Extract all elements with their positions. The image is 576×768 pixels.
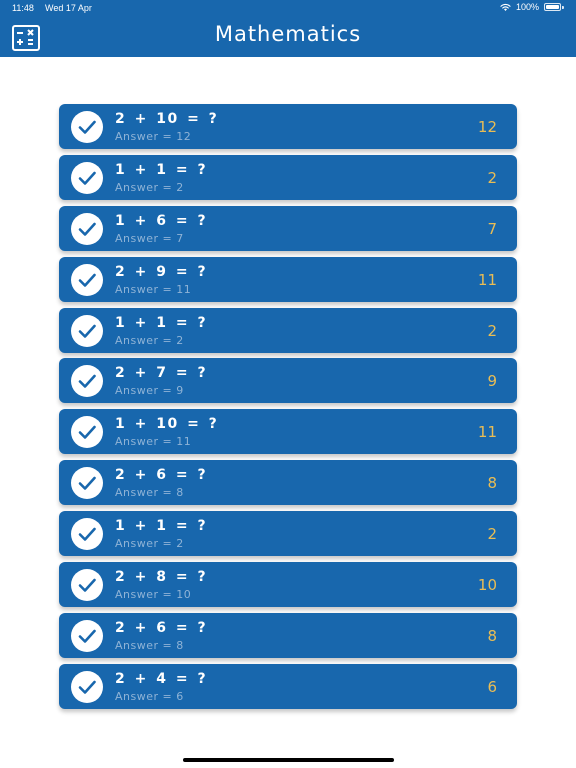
check-icon [71,161,103,194]
check-icon [71,416,103,449]
answer-value: 8 [487,474,497,493]
check-icon [71,619,103,652]
answer-value: 11 [477,270,497,289]
answer-caption: Answer = 6 [115,689,184,703]
answer-caption: Answer = 11 [115,282,192,296]
question-row[interactable]: 2 + 4 = ? Answer = 6 6 [59,663,517,709]
check-icon [71,518,103,551]
question-text: 2 + 6 = ? [115,467,208,484]
question-text: 1 + 6 = ? [115,212,208,229]
answer-value: 12 [477,118,497,136]
question-text: 1 + 1 = ? [115,314,208,331]
answer-value: 8 [487,626,497,645]
answer-caption: Answer = 2 [115,333,184,347]
check-icon [71,365,103,398]
app-screen: 11:48 Wed 17 Apr 100% Mathematics 2 + 10… [0,0,576,768]
header-bar: 11:48 Wed 17 Apr 100% Mathematics [0,0,576,57]
answer-caption: Answer = 12 [115,130,192,143]
page-title: Mathematics [214,22,362,46]
question-list: 2 + 10 = ? Answer = 12 12 1 + 1 = ? Answ… [59,104,517,715]
battery-percentage: 100% [515,2,539,12]
answer-value: 2 [487,525,497,544]
answer-caption: Answer = 7 [115,231,184,245]
answer-caption: Answer = 8 [115,486,184,500]
question-row[interactable]: 2 + 9 = ? Answer = 11 11 [59,256,517,302]
question-text: 1 + 1 = ? [115,518,208,535]
answer-caption: Answer = 8 [115,638,184,652]
status-date: Wed 17 Apr [45,3,92,13]
answer-value: 10 [477,576,497,595]
answer-caption: Answer = 2 [115,180,184,194]
answer-value: 2 [487,321,497,340]
wifi-icon [500,3,511,12]
home-indicator[interactable] [183,758,394,762]
question-text: 1 + 1 = ? [115,161,208,178]
question-row[interactable]: 2 + 7 = ? Answer = 9 9 [59,358,517,404]
answer-caption: Answer = 9 [115,384,184,398]
check-icon [71,314,103,347]
question-row[interactable]: 2 + 8 = ? Answer = 10 10 [59,562,517,608]
check-icon [71,670,103,703]
check-icon [71,467,103,500]
check-icon [71,263,103,296]
question-text: 1 + 10 = ? [115,416,219,433]
question-text: 2 + 10 = ? [115,111,219,127]
battery-icon [544,2,564,12]
question-row[interactable]: 2 + 6 = ? Answer = 8 8 [59,612,517,658]
question-row[interactable]: 1 + 1 = ? Answer = 2 2 [59,307,517,353]
answer-caption: Answer = 10 [115,588,192,602]
check-icon [71,212,103,245]
question-row[interactable]: 1 + 6 = ? Answer = 7 7 [59,205,517,251]
answer-value: 2 [487,168,497,187]
answer-value: 7 [487,219,497,238]
question-text: 2 + 9 = ? [115,263,208,280]
question-text: 2 + 8 = ? [115,569,208,586]
status-indicators: 100% [500,2,564,12]
question-row[interactable]: 2 + 6 = ? Answer = 8 8 [59,460,517,506]
question-text: 2 + 7 = ? [115,365,208,382]
answer-value: 11 [477,423,497,442]
status-bar: 11:48 Wed 17 Apr 100% [0,0,576,16]
answer-value: 6 [487,677,497,696]
check-icon [71,569,103,602]
status-time: 11:48 [12,3,34,13]
answer-value: 9 [487,372,497,391]
check-icon [71,111,103,143]
question-row[interactable]: 2 + 10 = ? Answer = 12 12 [59,104,517,149]
question-text: 2 + 4 = ? [115,670,208,687]
question-text: 2 + 6 = ? [115,619,208,636]
answer-caption: Answer = 2 [115,537,184,551]
question-row[interactable]: 1 + 1 = ? Answer = 2 2 [59,154,517,200]
question-row[interactable]: 1 + 1 = ? Answer = 2 2 [59,511,517,557]
question-row[interactable]: 1 + 10 = ? Answer = 11 11 [59,409,517,455]
answer-caption: Answer = 11 [115,435,192,449]
